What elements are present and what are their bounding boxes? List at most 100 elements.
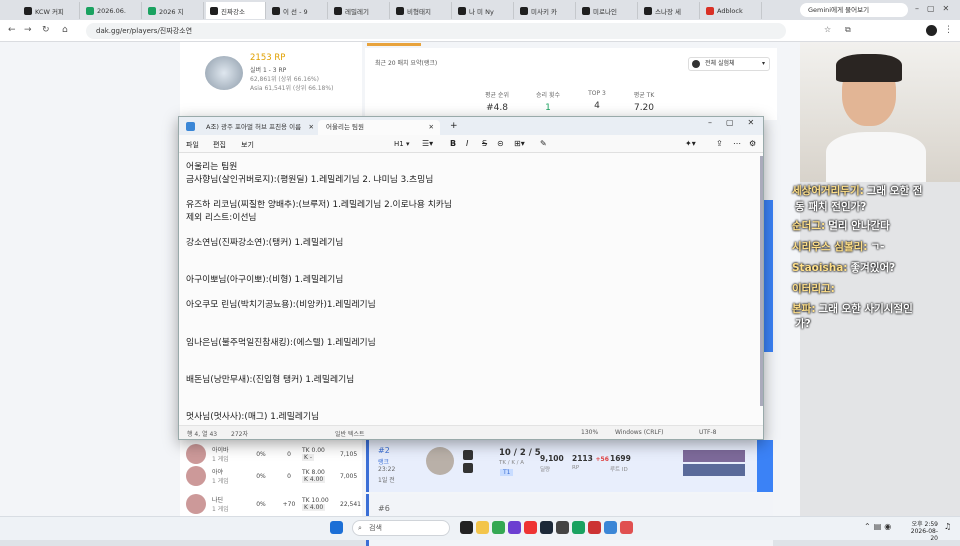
browser-tab[interactable]: 나 미 Ny xyxy=(454,2,514,19)
notepad-tab-active[interactable]: 어울리는 팀원 ✕ xyxy=(318,120,440,135)
italic-icon[interactable]: I xyxy=(466,139,468,148)
close-tab-icon[interactable]: ✕ xyxy=(429,120,434,135)
back-icon[interactable]: ← xyxy=(8,25,16,35)
notepad-window-controls[interactable]: –▢✕ xyxy=(708,118,768,127)
taskbar-search[interactable]: ⌕ 검색 xyxy=(352,520,450,536)
active-tab-indicator xyxy=(367,43,421,46)
close-tab-icon[interactable]: ✕ xyxy=(309,120,314,135)
notepad-taskbar-icon[interactable] xyxy=(604,521,617,534)
extensions-icon[interactable]: ⧉ xyxy=(845,25,851,35)
new-tab-icon[interactable]: + xyxy=(450,121,458,131)
rp-delta: 0 xyxy=(287,450,291,458)
notepad-tab[interactable]: A조) 광주 포아멀 허브 프친용 이름 ✕ xyxy=(180,120,318,135)
encoding: UTF-8 xyxy=(699,429,717,436)
clear-format-icon[interactable]: ✎ xyxy=(540,139,547,148)
rp-value: 2153 RP xyxy=(250,53,286,63)
browser-tab-label: 미사키 카 xyxy=(531,7,557,16)
app-icon[interactable] xyxy=(508,521,521,534)
browser-tab[interactable]: 비형태지 xyxy=(392,2,452,19)
forward-icon[interactable]: → xyxy=(24,25,32,35)
browser-tab-label: 진짜강소 xyxy=(221,7,245,16)
chevron-down-icon: ▾ xyxy=(761,60,765,67)
chat-message: 동 패치 전인가? xyxy=(792,200,866,215)
menu-file[interactable]: 파일 xyxy=(186,140,199,150)
start-icon[interactable] xyxy=(330,521,343,534)
chat-nickname: 세상어거리두기: xyxy=(792,185,864,197)
chat-text: 가? xyxy=(795,318,811,330)
browser-tab[interactable]: Adblock xyxy=(702,2,762,19)
notepad-line: 멋사님(멋사사):(매그) 1.레밀레기님 xyxy=(186,412,320,422)
browser-tab[interactable]: 미사키 카 xyxy=(516,2,576,19)
copilot-icon[interactable]: ✦▾ xyxy=(685,139,696,148)
app-icon[interactable] xyxy=(556,521,569,534)
match-expand-button[interactable] xyxy=(757,440,773,492)
notification-bell-icon[interactable]: ♫ xyxy=(944,522,951,531)
match-card[interactable]: #2 랭크 23:22 1일 전 10 / 2 / 5 TK / K / A T… xyxy=(366,440,773,492)
heading-select[interactable]: H1 ▾ xyxy=(394,140,409,148)
bold-icon[interactable]: B xyxy=(450,139,456,148)
text-format: 일반 텍스트 xyxy=(335,431,365,438)
url-field[interactable]: dak.gg/er/players/진짜강소연 xyxy=(86,23,786,39)
table-icon[interactable]: ⊞▾ xyxy=(514,139,525,148)
home-icon[interactable]: ⌂ xyxy=(62,25,68,35)
file-explorer-icon[interactable] xyxy=(476,521,489,534)
chrome-icon[interactable] xyxy=(492,521,505,534)
character-stat-row[interactable]: 아야 1 게임 0% 0 TK 8.00 K 4.00 7,005 xyxy=(180,462,362,490)
match-place: #6 xyxy=(378,504,390,513)
kda-label: TK / K / A xyxy=(499,460,525,466)
clock[interactable]: 오후 2:59 2026-08-20 xyxy=(906,519,938,542)
rp-delta: 0 xyxy=(287,472,291,480)
tray-icons[interactable]: ⌃▤◉ xyxy=(864,522,894,531)
reload-icon[interactable]: ↻ xyxy=(42,25,50,35)
chat-text: ㄱ- xyxy=(870,241,885,253)
notepad-scrollbar[interactable] xyxy=(760,156,763,406)
tab-favicon-icon xyxy=(582,6,590,15)
browser-tab-label: 미로나인 xyxy=(593,7,617,16)
cursor-position: 행 4, 열 43 xyxy=(187,431,218,438)
streamer-shirt xyxy=(826,132,926,182)
character-stat-row[interactable]: 나딘 1 게임 0% +70 TK 10.00 K 4.00 22,541 xyxy=(180,490,362,518)
character-avatar xyxy=(186,444,206,464)
browser-tab[interactable]: 이 선 - 9 xyxy=(268,2,328,19)
browser-tab[interactable]: KCW 커피 xyxy=(20,2,80,19)
match-rp: 2113 +56 xyxy=(572,454,609,463)
app-icon[interactable] xyxy=(524,521,537,534)
browser-tab[interactable]: 진짜강소 xyxy=(206,2,266,19)
chat-nickname: 본파: xyxy=(792,303,816,315)
share-icon[interactable]: ⇪ xyxy=(716,139,723,148)
app-icon[interactable] xyxy=(588,521,601,534)
profile-avatar[interactable] xyxy=(926,25,937,36)
app-icon[interactable] xyxy=(620,521,633,534)
browser-tab[interactable]: 레밀레기 xyxy=(330,2,390,19)
browser-tab[interactable]: 미로나인 xyxy=(578,2,638,19)
line-ending: Windows (CRLF) xyxy=(615,429,664,436)
strikethrough-icon[interactable]: S xyxy=(482,139,487,148)
tab-favicon-icon xyxy=(458,6,466,15)
settings-gear-icon[interactable]: ⚙ xyxy=(749,139,756,148)
score: 22,541 xyxy=(340,500,361,508)
chat-nickname: 시리우스 심볼리: xyxy=(792,241,868,253)
app-icon[interactable] xyxy=(460,521,473,534)
menu-edit[interactable]: 편집 xyxy=(213,140,226,150)
steam-icon[interactable] xyxy=(540,521,553,534)
character-filter-select[interactable]: 전체 실험체 ▾ xyxy=(688,57,770,71)
browser-tab[interactable]: 스나장 세 xyxy=(640,2,700,19)
browser-tab[interactable]: 2026 지 xyxy=(144,2,204,19)
notepad-menubar xyxy=(179,135,763,153)
app-icon[interactable] xyxy=(572,521,585,534)
match-damage: 9,100 xyxy=(540,454,564,463)
gemini-button[interactable]: Gemini에게 물어보기 xyxy=(800,3,908,17)
browser-tab[interactable]: 2026.06. xyxy=(82,2,142,19)
menu-icon[interactable]: ⋮ xyxy=(944,25,953,35)
notepad-line: 금사향님(살인귀버로지):(평원딜) 1.레밀레기님 2. 냐미님 3.츠밍님 xyxy=(186,175,434,185)
link-icon[interactable]: ⊝ xyxy=(497,139,504,148)
chat-message: 가? xyxy=(792,317,811,332)
more-icon[interactable]: ⋯ xyxy=(733,139,741,148)
notepad-line: 아오쿠모 린님(박치기공뇨용):(비앙카)1.레밀레기님 xyxy=(186,300,376,310)
bookmark-star-icon[interactable]: ☆ xyxy=(824,25,831,34)
list-icon[interactable]: ☰▾ xyxy=(422,139,433,148)
menu-view[interactable]: 보기 xyxy=(241,140,254,150)
chat-nickname: 이터리고: xyxy=(792,283,835,295)
window-controls[interactable]: –▢✕ xyxy=(915,4,957,13)
notepad-line: 제외 리스트:이선님 xyxy=(186,213,257,223)
